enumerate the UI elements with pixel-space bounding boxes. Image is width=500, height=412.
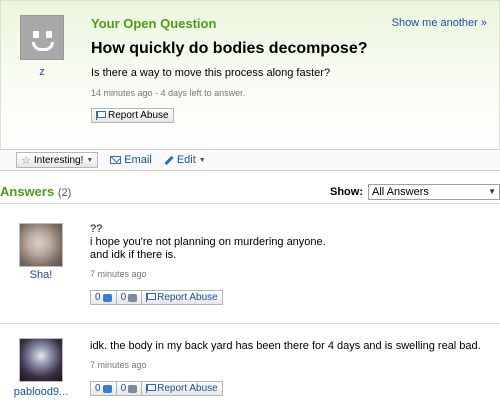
report-abuse-button[interactable]: Report Abuse [141, 381, 223, 396]
report-abuse-label: Report Abuse [108, 110, 169, 121]
flag-icon [96, 111, 106, 120]
mail-icon [110, 156, 122, 164]
question-panel: z Your Open Question Show me another » H… [0, 0, 500, 150]
avatar-eye [33, 31, 39, 38]
question-meta: 14 minutes ago - 4 days left to answer. [91, 88, 246, 98]
edit-label: Edit [176, 154, 196, 166]
answerer-username[interactable]: Sha! [8, 269, 74, 281]
report-abuse-button[interactable]: Report Abuse [91, 108, 174, 123]
answer-time: 7 minutes ago [90, 269, 147, 279]
divider [0, 203, 500, 204]
thumbs-up-button[interactable]: 0 [90, 290, 117, 305]
report-abuse-label: Report Abuse [157, 383, 218, 394]
show-another-link[interactable]: Show me another » [392, 17, 487, 29]
report-abuse-button[interactable]: Report Abuse [141, 290, 223, 305]
email-button[interactable]: Email [110, 154, 152, 166]
thumbs-down-icon [128, 293, 138, 302]
edit-button[interactable]: Edit ▼ [164, 154, 206, 166]
avatar-eye [46, 31, 52, 38]
thumbs-down-count: 0 [120, 292, 127, 303]
pencil-icon [164, 155, 174, 165]
answerer-avatar[interactable] [19, 223, 63, 267]
question-action-bar: ☆ Interesting! ▼ Email Edit ▼ [0, 149, 500, 171]
answer-vote-bar: 0 0 Report Abuse [90, 290, 223, 305]
report-abuse-label: Report Abuse [157, 292, 218, 303]
asker-username[interactable]: z [20, 66, 64, 78]
answer-vote-bar: 0 0 Report Abuse [90, 381, 223, 396]
answers-title: Answers [0, 184, 55, 199]
thumbs-up-icon [102, 384, 112, 393]
answer-text: ?? i hope you're not planning on murderi… [90, 223, 326, 261]
flag-icon [146, 293, 157, 302]
interesting-button[interactable]: ☆ Interesting! ▼ [16, 152, 99, 168]
thumbs-down-button[interactable]: 0 [115, 290, 143, 305]
answerer-avatar[interactable] [19, 338, 63, 382]
question-heading: Your Open Question [91, 16, 217, 31]
divider [0, 323, 500, 324]
chevron-down-icon: ▼ [86, 156, 94, 164]
show-filter-select[interactable]: All Answers ▼ [368, 184, 500, 200]
flag-icon [146, 384, 157, 393]
question-title: How quickly do bodies decompose? [91, 40, 368, 57]
chevron-down-icon: ▼ [488, 187, 496, 196]
thumbs-down-count: 0 [120, 383, 127, 394]
avatar-smile [32, 42, 54, 51]
thumbs-down-icon [128, 384, 138, 393]
answer-time: 7 minutes ago [90, 360, 147, 370]
question-body: Is there a way to move this process alon… [91, 67, 331, 79]
star-icon: ☆ [21, 154, 31, 167]
interesting-label: Interesting! [33, 154, 84, 166]
thumbs-up-icon [102, 293, 112, 302]
show-filter-label: Show: [330, 186, 363, 198]
thumbs-up-count: 0 [95, 383, 101, 394]
thumbs-up-count: 0 [95, 292, 101, 303]
asker-avatar[interactable] [20, 15, 64, 60]
show-filter-value: All Answers [372, 186, 429, 198]
answer-item: pablood9... idk. the body in my back yar… [0, 330, 500, 412]
answers-heading: Answers (2) [0, 184, 71, 199]
answers-count: (2) [57, 187, 72, 199]
answer-item: Sha! ?? i hope you're not planning on mu… [0, 215, 500, 315]
answer-text: idk. the body in my back yard has been t… [90, 340, 481, 352]
thumbs-up-button[interactable]: 0 [90, 381, 117, 396]
answerer-username[interactable]: pablood9... [8, 386, 74, 398]
chevron-down-icon: ▼ [198, 156, 206, 164]
email-label: Email [124, 154, 152, 166]
thumbs-down-button[interactable]: 0 [115, 381, 143, 396]
